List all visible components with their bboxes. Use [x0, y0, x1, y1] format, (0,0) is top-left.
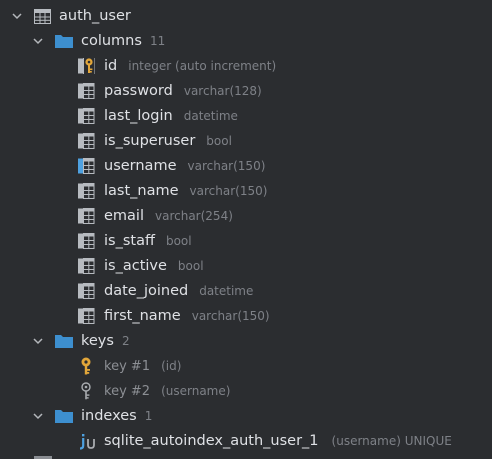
column-name: date_joined — [104, 283, 189, 299]
primary-key-column-icon — [77, 57, 95, 75]
key-columns: (username) — [161, 384, 231, 398]
column-type: datetime — [199, 284, 254, 298]
column-icon — [77, 132, 95, 150]
key-name: key #1 — [104, 359, 151, 374]
column-item[interactable]: last_name varchar(150) — [0, 179, 492, 204]
column-type: bool — [206, 134, 232, 148]
column-name: is_superuser — [104, 133, 196, 149]
chevron-down-icon[interactable] — [31, 409, 45, 423]
column-item[interactable]: is_superuser bool — [0, 129, 492, 154]
column-type: varchar(150) — [191, 309, 270, 323]
column-type: varchar(254) — [155, 209, 233, 223]
database-tree: auth_user columns 11 id integer (auto inc… — [0, 0, 492, 459]
folder-columns[interactable]: columns 11 — [0, 29, 492, 54]
key-name: key #2 — [104, 384, 151, 399]
index-detail: (username) UNIQUE — [331, 434, 452, 448]
column-icon — [77, 182, 95, 200]
column-item[interactable]: first_name varchar(150) — [0, 304, 492, 329]
folder-label: keys — [81, 333, 114, 349]
index-item[interactable]: sqlite_autoindex_auth_user_1 (username) … — [0, 429, 492, 454]
column-item[interactable]: is_active bool — [0, 254, 492, 279]
item-count: 2 — [121, 334, 130, 348]
column-item[interactable]: password varchar(128) — [0, 79, 492, 104]
column-item[interactable]: is_staff bool — [0, 229, 492, 254]
folder-label: columns — [81, 33, 142, 49]
column-icon — [77, 207, 95, 225]
column-icon — [77, 307, 95, 325]
column-name: password — [104, 83, 173, 99]
chevron-down-icon[interactable] — [31, 34, 45, 48]
folder-icon — [55, 407, 73, 425]
item-count: 1 — [144, 409, 153, 423]
chevron-down-icon[interactable] — [31, 334, 45, 348]
column-name: last_name — [104, 183, 179, 199]
column-name: is_active — [104, 258, 167, 274]
chevron-down-icon[interactable] — [10, 9, 24, 23]
primary-key-icon — [78, 357, 96, 375]
folder-keys[interactable]: keys 2 — [0, 329, 492, 354]
column-name: first_name — [104, 308, 181, 324]
column-icon — [77, 257, 95, 275]
column-type: integer (auto increment) — [128, 59, 277, 73]
column-item[interactable]: date_joined datetime — [0, 279, 492, 304]
column-name: id — [104, 58, 118, 74]
column-name: is_staff — [104, 233, 155, 249]
column-name: email — [104, 208, 144, 224]
key-columns: (id) — [161, 359, 182, 373]
column-name: username — [104, 158, 177, 174]
column-item[interactable]: username varchar(150) — [0, 154, 492, 179]
column-type: varchar(150) — [189, 184, 268, 198]
key-item[interactable]: key #2 (username) — [0, 379, 492, 404]
column-name: last_login — [104, 108, 173, 124]
column-type: varchar(128) — [183, 84, 262, 98]
indexed-column-icon — [77, 157, 95, 175]
column-item[interactable]: id integer (auto increment) — [0, 54, 492, 79]
column-type: varchar(150) — [187, 159, 266, 173]
unique-key-icon — [78, 382, 96, 400]
unique-index-icon — [79, 432, 99, 450]
column-icon — [77, 107, 95, 125]
column-icon — [77, 232, 95, 250]
table-node-auth-user[interactable]: auth_user — [0, 4, 492, 29]
folder-icon — [55, 32, 73, 50]
column-icon — [77, 282, 95, 300]
column-type: datetime — [183, 109, 238, 123]
index-name: sqlite_autoindex_auth_user_1 — [104, 433, 319, 449]
folder-label: indexes — [81, 408, 137, 424]
folder-indexes[interactable]: indexes 1 — [0, 404, 492, 429]
item-count: 11 — [149, 34, 166, 48]
column-icon — [77, 82, 95, 100]
column-item[interactable]: last_login datetime — [0, 104, 492, 129]
table-name: auth_user — [59, 8, 131, 24]
table-icon — [33, 7, 51, 25]
column-item[interactable]: email varchar(254) — [0, 204, 492, 229]
folder-icon — [55, 332, 73, 350]
key-item[interactable]: key #1 (id) — [0, 354, 492, 379]
column-type: bool — [165, 234, 192, 248]
column-type: bool — [177, 259, 204, 273]
